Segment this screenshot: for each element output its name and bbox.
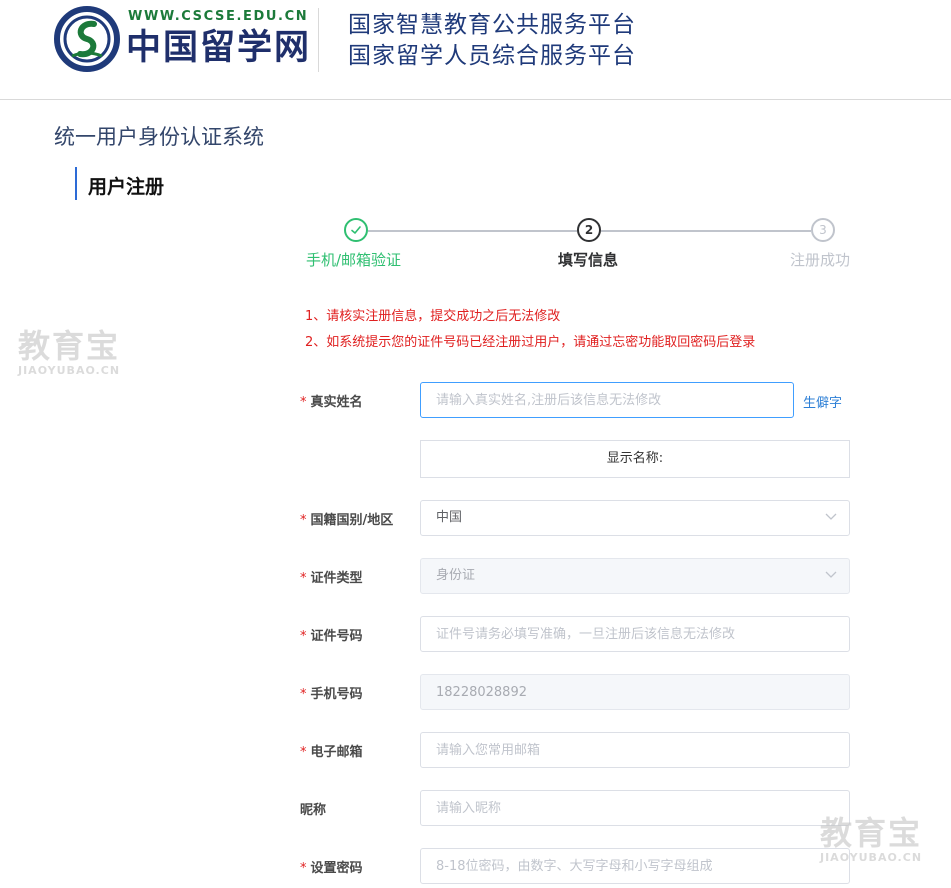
password-input[interactable] [420,848,850,884]
logo-url: WWW.CSCSE.EDU.CN [128,9,309,24]
id-number-label: * 证件号码 [300,629,363,644]
required-mark: * [300,629,307,644]
nickname-label: 昵称 [300,803,327,818]
id-type-label: * 证件类型 [300,571,363,586]
system-title: 统一用户身份认证系统 [54,125,264,149]
site-header: WWW.CSCSE.EDU.CN 中国留学网 国家智慧教育公共服务平台 国家留学… [0,0,951,100]
phone-input[interactable] [420,674,850,710]
real-name-input[interactable] [420,382,794,418]
section-title: 用户注册 [75,167,164,200]
header-divider [318,8,319,72]
platform-name-1: 国家智慧教育公共服务平台 [348,12,636,38]
phone-label: * 手机号码 [300,687,363,702]
required-mark: * [300,861,307,876]
email-label: * 电子邮箱 [300,745,363,760]
step-3-indicator: 3 [811,218,835,242]
nickname-input[interactable] [420,790,850,826]
check-icon [351,226,361,234]
step-2-indicator: 2 [577,218,601,242]
chevron-down-icon [825,571,837,578]
id-type-value: 身份证 [436,568,476,583]
step-2-label: 填写信息 [558,251,619,269]
step-connector-1 [368,230,577,232]
step-1-label: 手机/邮箱验证 [306,251,402,269]
required-mark: * [300,395,307,410]
password-label: * 设置密码 [300,861,363,876]
required-mark: * [300,745,307,760]
step-1-indicator [344,218,368,242]
notice-1: 1、请核实注册信息，提交成功之后无法修改 [305,309,561,324]
real-name-label: * 真实姓名 [300,395,363,410]
nationality-select[interactable]: 中国 [420,500,850,536]
cscse-logo-icon [54,6,120,72]
step-3-label: 注册成功 [790,251,851,269]
nationality-label: * 国籍国别/地区 [300,513,394,528]
rare-char-link[interactable]: 生僻字 [803,392,842,411]
required-mark: * [300,571,307,586]
step-connector-2 [601,230,811,232]
email-input[interactable] [420,732,850,768]
platform-name-2: 国家留学人员综合服务平台 [348,43,636,69]
required-mark: * [300,687,307,702]
id-number-input[interactable] [420,616,850,652]
chevron-down-icon [825,513,837,520]
logo-text: 中国留学网 [126,27,312,68]
nationality-value: 中国 [436,510,463,525]
required-mark: * [300,513,307,528]
watermark-left: 教育宝 JIAOYUBAO.CN [18,327,121,377]
notice-2: 2、如系统提示您的证件号码已经注册过用户，请通过忘密功能取回密码后登录 [305,335,756,350]
display-name-box: 显示名称: [420,440,850,478]
id-type-select[interactable]: 身份证 [420,558,850,594]
